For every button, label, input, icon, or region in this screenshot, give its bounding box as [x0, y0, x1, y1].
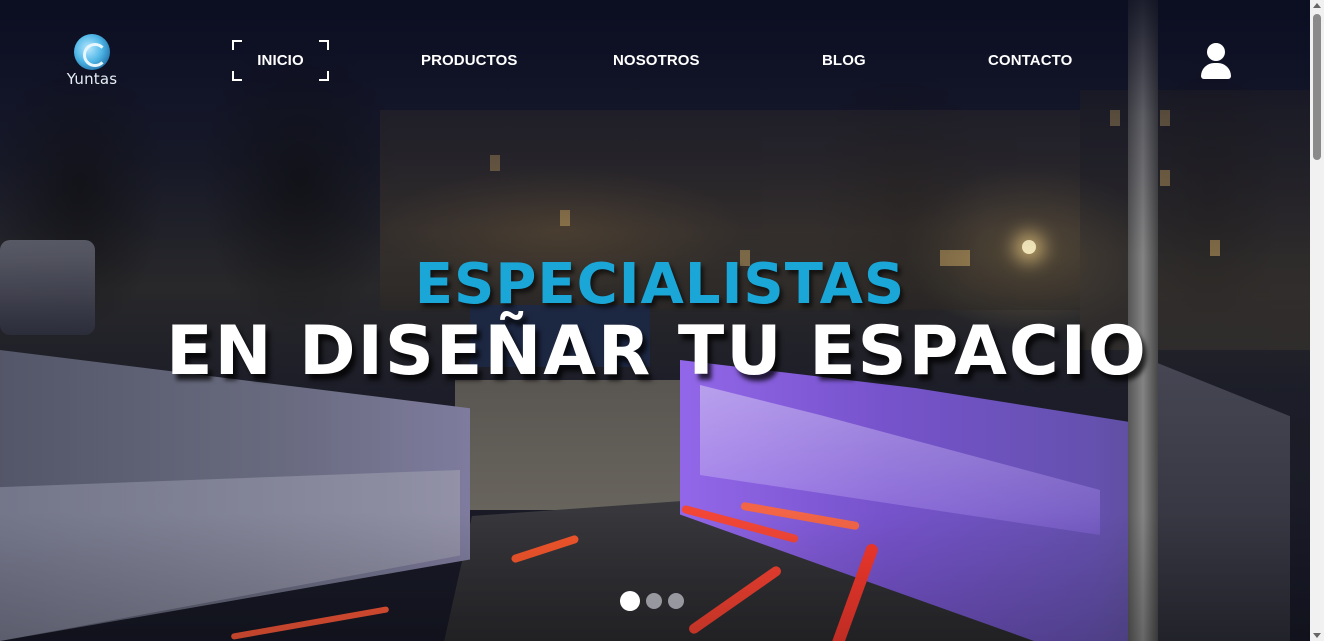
- brand-logo[interactable]: Yuntas: [60, 34, 124, 90]
- nav-item-label: CONTACTO: [988, 52, 1073, 69]
- carousel-dot-2[interactable]: [646, 593, 662, 609]
- carousel-dot-3[interactable]: [668, 593, 684, 609]
- scroll-down-arrow-icon[interactable]: [1313, 633, 1321, 638]
- hero-headline-bottom: EN DISEÑAR TU ESPACIO: [166, 312, 1148, 391]
- hero-headline-top: ESPECIALISTAS: [414, 252, 906, 317]
- brand-name: Yuntas: [66, 70, 118, 88]
- active-corner: [319, 40, 329, 50]
- carousel-dot-1[interactable]: [620, 591, 640, 611]
- page-scrollbar[interactable]: [1310, 0, 1324, 641]
- user-icon[interactable]: [1199, 43, 1233, 79]
- scroll-up-arrow-icon[interactable]: [1313, 3, 1321, 8]
- nav-item-nosotros[interactable]: NOSOTROS: [613, 52, 700, 69]
- user-icon-head: [1207, 43, 1225, 61]
- active-corner: [232, 40, 242, 50]
- scrollbar-thumb[interactable]: [1313, 14, 1321, 160]
- yuntas-logo-icon: [74, 34, 110, 70]
- nav-item-label: INICIO: [257, 52, 304, 69]
- main-navbar: Yuntas INICIO PRODUCTOS NOSOTROS BLOG CO…: [0, 0, 1310, 110]
- active-corner: [319, 71, 329, 81]
- nav-item-label: BLOG: [822, 52, 866, 69]
- nav-item-productos[interactable]: PRODUCTOS: [421, 52, 517, 69]
- carousel-dots: [620, 591, 684, 611]
- nav-item-label: PRODUCTOS: [421, 52, 518, 69]
- nav-item-label: NOSOTROS: [613, 52, 700, 69]
- nav-item-inicio[interactable]: INICIO: [232, 40, 329, 81]
- active-corner: [232, 71, 242, 81]
- nav-item-blog[interactable]: BLOG: [822, 52, 866, 69]
- user-icon-body: [1201, 63, 1231, 79]
- nav-item-contacto[interactable]: CONTACTO: [988, 52, 1072, 69]
